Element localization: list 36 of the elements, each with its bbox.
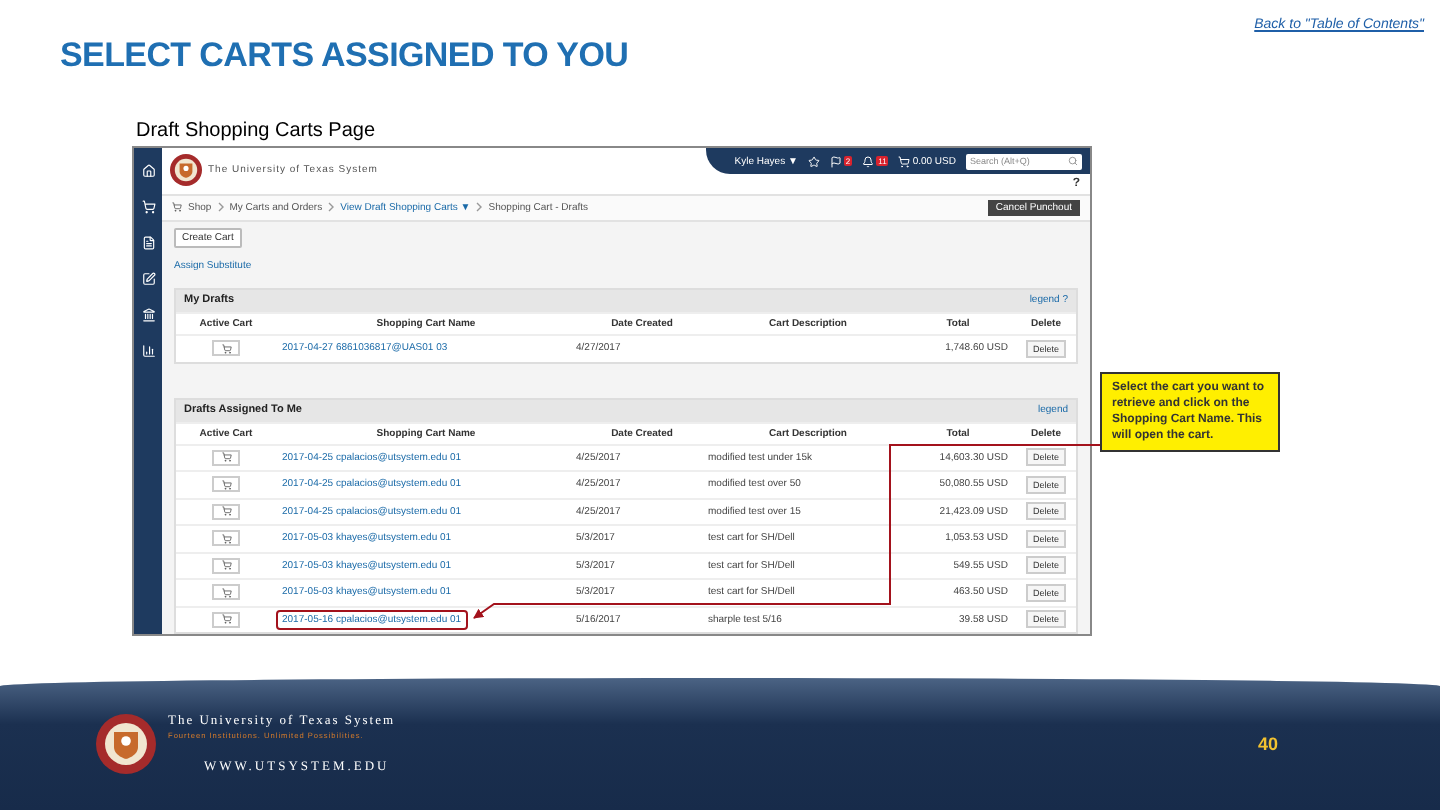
cart-icon-button[interactable] xyxy=(212,449,240,466)
cart-icon-button[interactable] xyxy=(212,557,240,574)
cart-icon-button[interactable] xyxy=(212,611,240,628)
chevron-icon xyxy=(328,202,335,213)
flag-icon[interactable] xyxy=(829,155,842,167)
cart-icon[interactable] xyxy=(141,200,155,214)
seal-logo xyxy=(96,714,156,774)
cart-icon[interactable] xyxy=(898,155,911,167)
chevron-icon xyxy=(476,202,483,213)
cart-icon-button[interactable] xyxy=(212,530,240,547)
cart-icon-button[interactable] xyxy=(212,476,240,493)
cart-icon-button[interactable] xyxy=(212,584,240,601)
caption: Draft Shopping Carts Page xyxy=(136,120,376,142)
cart-icon xyxy=(221,452,231,463)
cart-icon xyxy=(221,560,231,571)
chart-icon[interactable] xyxy=(141,344,155,358)
cart-icon xyxy=(221,587,231,598)
cart-icon xyxy=(221,506,231,517)
document-icon[interactable] xyxy=(141,236,155,250)
cart-icon-button[interactable] xyxy=(212,340,240,357)
search-icon[interactable] xyxy=(1068,156,1078,166)
cart-icon xyxy=(221,533,231,544)
star-icon[interactable] xyxy=(807,155,820,167)
chevron-icon xyxy=(217,202,224,213)
edit-icon[interactable] xyxy=(141,272,155,286)
home-icon[interactable] xyxy=(141,164,155,178)
page-number: 40 xyxy=(1257,734,1278,754)
cart-icon xyxy=(172,202,182,213)
seal-logo xyxy=(170,154,202,187)
cart-icon xyxy=(221,614,231,625)
slide-title: SELECT CARTS ASSIGNED TO YOU xyxy=(60,36,629,76)
cart-icon xyxy=(221,343,231,354)
bell-icon[interactable] xyxy=(862,155,875,167)
cart-icon xyxy=(221,479,231,490)
building-icon[interactable] xyxy=(141,308,155,322)
cart-icon-button[interactable] xyxy=(212,503,240,520)
